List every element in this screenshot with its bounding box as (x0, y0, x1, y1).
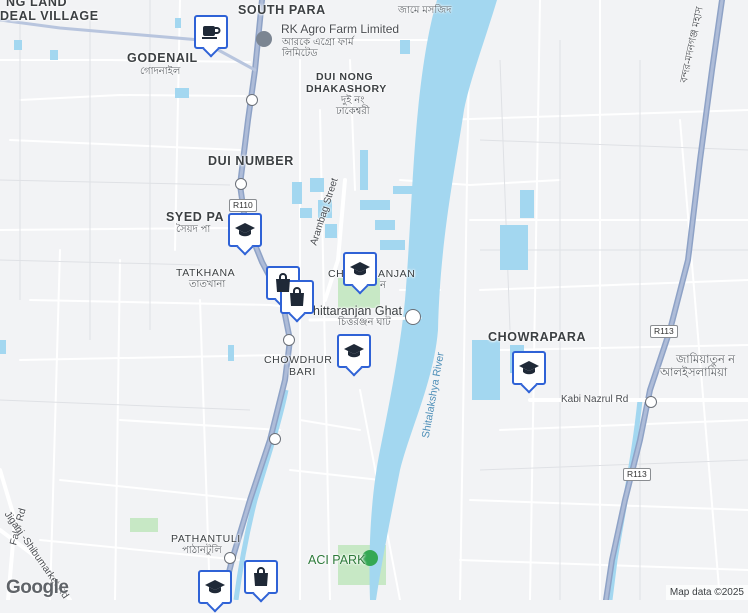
poi-rk-agro-farm[interactable]: RK Agro Farm Limited (281, 23, 399, 35)
shop-marker-bottom[interactable] (244, 560, 278, 594)
area-local-godenail: গোদনাইল (140, 66, 181, 77)
school-marker-syed-para[interactable] (228, 213, 262, 247)
area-local-chittaranjan: ন (380, 280, 386, 291)
museum-icon[interactable] (256, 31, 272, 47)
graduation-cap-icon (350, 262, 370, 276)
bus-stop-icon[interactable] (645, 396, 657, 408)
area-label-chittaranjan-a: CH (328, 268, 345, 280)
graduation-cap-icon (205, 580, 225, 594)
map-attribution[interactable]: Map data ©2025 (665, 585, 748, 600)
poi-jamiatun: জামিয়াতুন ন (676, 354, 735, 366)
area-label-pathantuli: PATHANTULI (171, 533, 241, 545)
river-shape (369, 0, 497, 600)
area-label-ng-land: NG LAND (6, 0, 68, 9)
school-marker-bottom[interactable] (198, 570, 232, 604)
school-marker-chowrapara[interactable] (512, 351, 546, 385)
graduation-cap-icon (519, 361, 539, 375)
cafe-marker[interactable] (194, 15, 228, 49)
area-label-chowdhury: CHOWDHUR (264, 354, 333, 366)
poi-jamiatun-2: আলইসলামিয়া (660, 367, 728, 379)
road-shield-r113-b: R113 (623, 468, 651, 481)
area-label-tatkhana: TATKHANA (176, 267, 236, 279)
poi-chittaranjan-ghat[interactable]: hittaranjan Ghat (313, 305, 402, 318)
area-label-bari: BARI (289, 366, 316, 378)
area-local-tatkhana: তাতখানা (189, 279, 226, 290)
road-label-kabi-nazrul: Kabi Nazrul Rd (561, 394, 629, 405)
poi-rk-agro-farm-local2: লিমিটেড (282, 48, 318, 59)
school-marker-chowdhury[interactable] (337, 334, 371, 368)
ferry-icon[interactable] (405, 309, 421, 325)
poi-chittaranjan-ghat-local: চিত্তরঞ্জন ঘাট (338, 317, 391, 328)
area-local-dui-nong: দুই নং (341, 95, 365, 106)
bus-stop-icon[interactable] (224, 552, 236, 564)
poi-mosque-label: জামে মসজিদ (398, 5, 452, 16)
shopping-bag-icon (254, 567, 268, 586)
shopping-bag-icon (290, 287, 304, 306)
area-label-dui-nong: DUI NONG (316, 71, 374, 83)
area-label-dui-number: DUI NUMBER (208, 154, 294, 168)
coffee-cup-icon (202, 26, 221, 39)
google-logo: Google (6, 577, 69, 598)
area-label-godenail: GODENAIL (127, 51, 198, 65)
area-label-syed-para: SYED PA (166, 210, 225, 224)
area-label-deal-village: DEAL VILLAGE (0, 9, 99, 23)
area-local-syed-para: সৈয়দ পা (176, 224, 211, 235)
area-label-chowrapara: CHOWRAPARA (488, 330, 587, 344)
bus-stop-icon[interactable] (235, 178, 247, 190)
poi-rk-agro-farm-local: আরকে এগ্রো ফার্ম (282, 37, 354, 48)
area-label-chittaranjan-b: ANJAN (378, 268, 416, 280)
school-marker-chittaranjan[interactable] (343, 252, 377, 286)
poi-aci-park[interactable]: ACI PARK (308, 554, 365, 567)
bus-stop-icon[interactable] (283, 334, 295, 346)
road-shield-r113-a: R113 (650, 325, 678, 338)
area-local-pathantuli: পাঠানটুলি (182, 545, 222, 556)
bus-stop-icon[interactable] (246, 94, 258, 106)
road-shield-r110: R110 (229, 199, 257, 212)
area-label-south-para: SOUTH PARA (238, 3, 326, 17)
graduation-cap-icon (344, 344, 364, 358)
graduation-cap-icon (235, 223, 255, 237)
area-local-dhakashory: ঢাকেশ্বরী (336, 106, 370, 117)
area-label-dhakashory: DHAKASHORY (306, 83, 387, 95)
bus-stop-icon[interactable] (269, 433, 281, 445)
